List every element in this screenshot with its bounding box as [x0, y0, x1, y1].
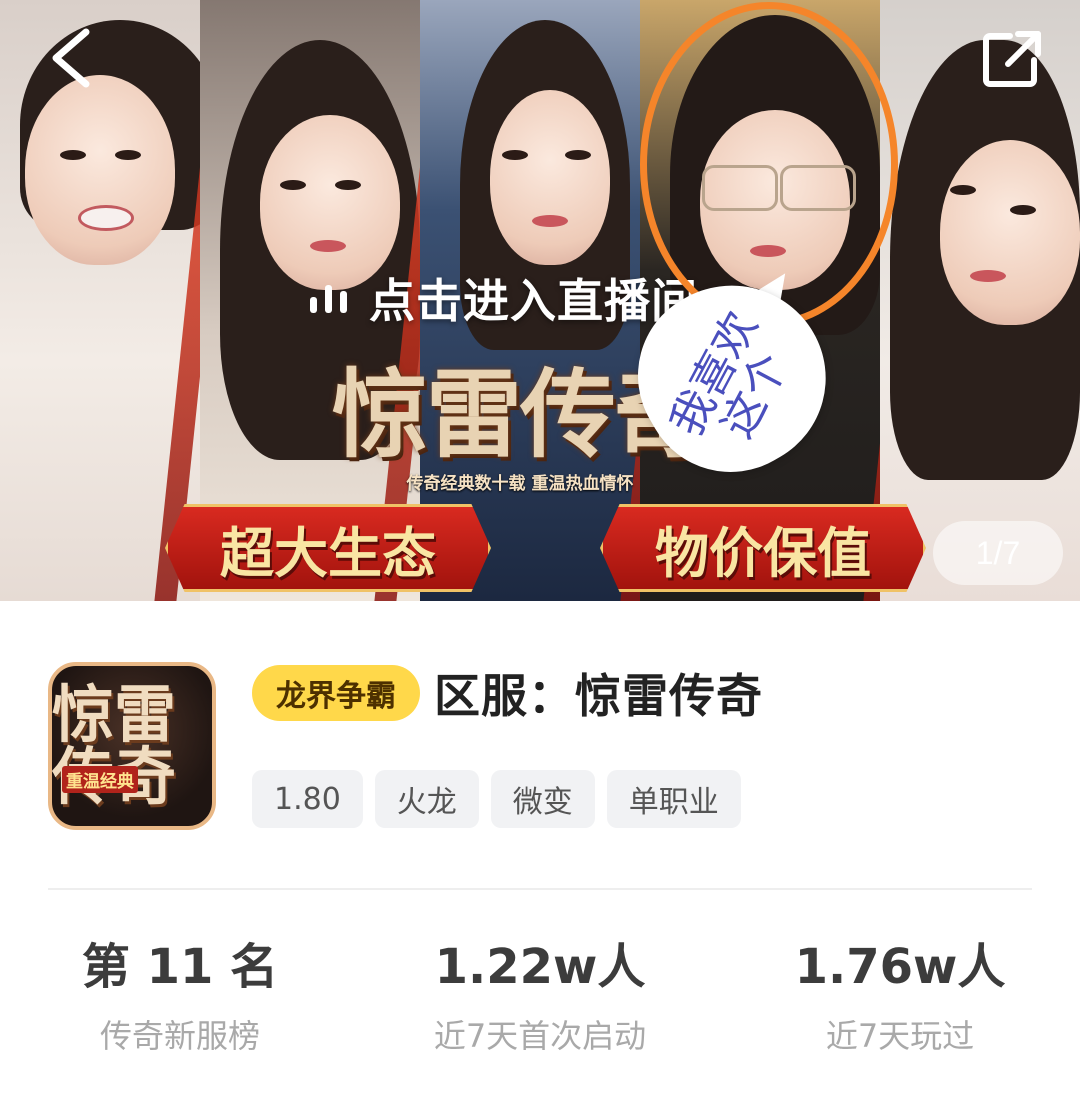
- tag-single-class[interactable]: 单职业: [606, 770, 741, 828]
- app-icon-tag: 重温经典: [62, 766, 138, 793]
- tag-version[interactable]: 1.80: [252, 770, 363, 828]
- stat-label: 传奇新服榜: [99, 1017, 260, 1055]
- face-shape: [940, 140, 1080, 325]
- face-shape: [260, 115, 400, 290]
- eye-shape: [280, 180, 306, 190]
- stat-label: 近7天玩过: [825, 1017, 975, 1055]
- eye-shape: [565, 150, 591, 160]
- divider: [48, 888, 1032, 890]
- chevron-left-icon: [52, 28, 90, 88]
- eye-shape: [60, 150, 86, 160]
- lip-shape: [310, 240, 346, 252]
- game-logo-slogan: 传奇经典数十载 重温热血情怀: [406, 473, 634, 494]
- stat-first-launch: 1.22w人 近7天首次启动: [360, 935, 720, 1057]
- feature-ribbon-left: 超大生态: [165, 504, 491, 592]
- stat-rank[interactable]: 第 11 名 传奇新服榜: [0, 935, 360, 1057]
- feature-ribbon-right: 物价保值: [600, 504, 926, 592]
- eye-shape: [502, 150, 528, 160]
- smile-shape: [78, 205, 134, 231]
- external-link-icon: [983, 31, 1041, 87]
- eye-shape: [1010, 205, 1036, 215]
- enter-live-room-link[interactable]: 点击进入直播间: [310, 268, 698, 328]
- stat-label: 近7天首次启动: [433, 1017, 647, 1055]
- share-button[interactable]: [980, 28, 1044, 92]
- stat-value: 第 11 名: [81, 939, 279, 995]
- live-bars-icon: [310, 283, 347, 313]
- server-badge: 龙界争霸: [252, 665, 420, 721]
- stat-played: 1.76w人 近7天玩过: [720, 935, 1080, 1057]
- eye-shape: [115, 150, 141, 160]
- face-shape: [25, 75, 175, 265]
- eye-shape: [950, 185, 976, 195]
- tag-micro-variant[interactable]: 微变: [490, 770, 595, 828]
- stat-value: 1.22w人: [434, 939, 646, 995]
- tag-list: 1.80 火龙 微变 单职业: [252, 770, 741, 828]
- eye-shape: [335, 180, 361, 190]
- game-title: 区服：惊雷传奇: [434, 669, 763, 723]
- lip-shape: [970, 270, 1006, 282]
- back-button[interactable]: [44, 26, 100, 90]
- game-app-icon: 惊雷传奇 重温经典: [48, 662, 216, 830]
- stat-value: 1.76w人: [794, 939, 1006, 995]
- carousel-page-indicator: 1/7: [933, 521, 1063, 585]
- lip-shape: [532, 215, 568, 227]
- face-shape: [490, 90, 610, 265]
- screenshot-carousel[interactable]: 点击进入直播间 惊雷传奇 传奇经典数十载 重温热血情怀 超大生态 物价保值 我喜…: [0, 0, 1080, 601]
- live-room-label: 点击进入直播间: [369, 274, 698, 328]
- tag-fire-dragon[interactable]: 火龙: [374, 770, 479, 828]
